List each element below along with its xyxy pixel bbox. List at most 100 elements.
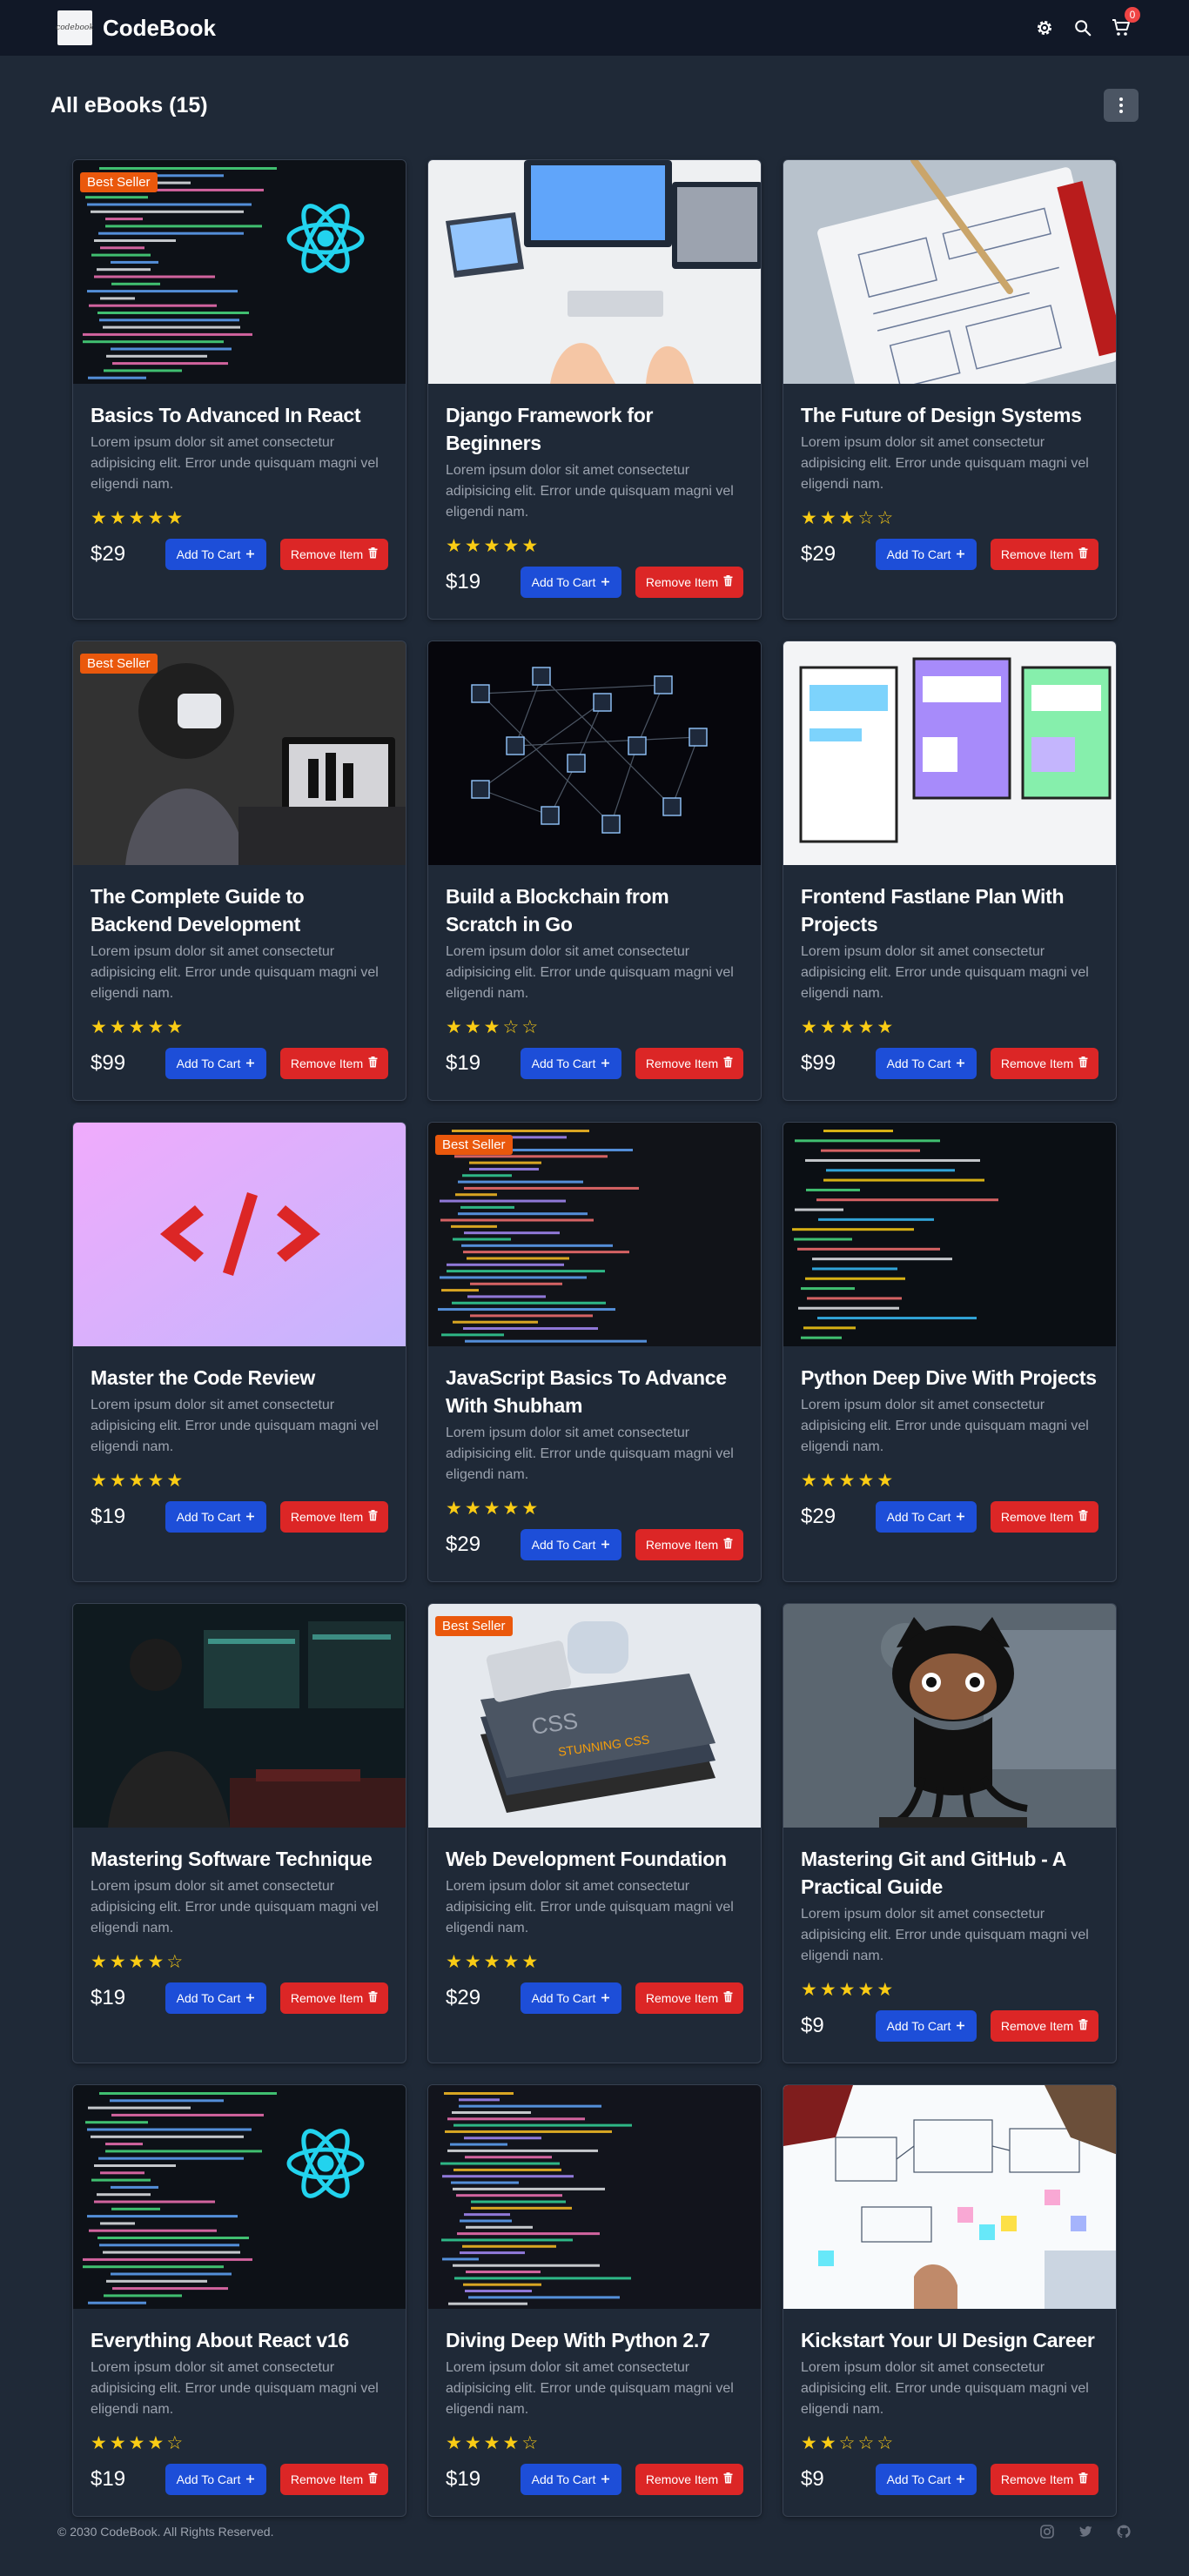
trash-icon [723, 1538, 733, 1552]
product-image[interactable] [783, 641, 1116, 865]
github-icon[interactable] [1116, 2524, 1132, 2539]
add-to-cart-label: Add To Cart [886, 2472, 951, 2486]
add-to-cart-button[interactable]: Add To Cart [165, 1982, 266, 2014]
product-image[interactable] [73, 2085, 406, 2309]
cart-icon[interactable]: 0 [1111, 7, 1140, 38]
product-image[interactable] [428, 160, 761, 384]
product-card: STUNNING CSS CSS Best Seller Web Developmen… [427, 1603, 762, 2063]
product-title[interactable]: Basics To Advanced In React [91, 401, 388, 429]
product-price: $29 [446, 1986, 481, 2009]
remove-item-label: Remove Item [1000, 2472, 1074, 2486]
product-title[interactable]: Mastering Git and GitHub - A Practical G… [801, 1845, 1098, 1901]
remove-item-button[interactable]: Remove Item [991, 1501, 1098, 1533]
product-image[interactable]: Best Seller [428, 1123, 761, 1346]
product-title[interactable]: Mastering Software Technique [91, 1845, 388, 1873]
product-image[interactable] [783, 2085, 1116, 2309]
product-title[interactable]: Django Framework for Beginners [446, 401, 743, 457]
product-image[interactable] [73, 1123, 406, 1346]
trash-icon [368, 1991, 378, 2005]
product-image[interactable] [783, 1123, 1116, 1346]
remove-item-button[interactable]: Remove Item [280, 1982, 388, 2014]
add-to-cart-button[interactable]: Add To Cart [165, 2464, 266, 2495]
remove-item-button[interactable]: Remove Item [280, 539, 388, 570]
product-image[interactable]: Best Seller [73, 641, 406, 865]
trash-icon [368, 547, 378, 561]
product-title[interactable]: The Complete Guide to Backend Developmen… [91, 882, 388, 938]
add-to-cart-button[interactable]: Add To Cart [876, 2010, 977, 2042]
product-image[interactable] [428, 641, 761, 865]
product-title[interactable]: Python Deep Dive With Projects [801, 1364, 1098, 1392]
remove-item-button[interactable]: Remove Item [991, 2010, 1098, 2042]
star-filled-icon: ★ [502, 1498, 520, 1519]
star-filled-icon: ★ [464, 1951, 481, 1972]
product-card: Best Seller Basics To Advanced In React Lo… [72, 159, 406, 620]
star-filled-icon: ★ [483, 1016, 500, 1037]
remove-item-label: Remove Item [645, 1991, 719, 2005]
add-to-cart-button[interactable]: Add To Cart [521, 1982, 621, 2014]
instagram-icon[interactable] [1039, 2524, 1055, 2539]
add-to-cart-button[interactable]: Add To Cart [521, 2464, 621, 2495]
add-to-cart-button[interactable]: Add To Cart [876, 1501, 977, 1533]
add-to-cart-button[interactable]: Add To Cart [521, 567, 621, 598]
add-to-cart-button[interactable]: Add To Cart [521, 1529, 621, 1560]
star-filled-icon: ★ [464, 535, 481, 556]
product-card: Mastering Software Technique Lorem ipsum … [72, 1603, 406, 2063]
gear-icon[interactable] [1034, 17, 1055, 38]
remove-item-button[interactable]: Remove Item [991, 2464, 1098, 2495]
add-to-cart-button[interactable]: Add To Cart [876, 2464, 977, 2495]
brand-name: CodeBook [103, 14, 216, 41]
product-title[interactable]: Frontend Fastlane Plan With Projects [801, 882, 1098, 938]
product-price: $29 [446, 1533, 481, 1556]
remove-item-button[interactable]: Remove Item [635, 567, 743, 598]
remove-item-button[interactable]: Remove Item [991, 539, 1098, 570]
twitter-icon[interactable] [1078, 2524, 1093, 2539]
add-to-cart-button[interactable]: Add To Cart [165, 1501, 266, 1533]
product-title[interactable]: Master the Code Review [91, 1364, 388, 1392]
search-icon[interactable] [1072, 17, 1093, 38]
product-title[interactable]: JavaScript Basics To Advance With Shubha… [446, 1364, 743, 1419]
remove-item-button[interactable]: Remove Item [635, 2464, 743, 2495]
star-filled-icon: ★ [464, 2432, 481, 2453]
product-card-footer: $29 Add To Cart Remove Item [801, 1501, 1098, 1533]
add-to-cart-button[interactable]: Add To Cart [521, 1048, 621, 1079]
star-filled-icon: ★ [838, 507, 856, 528]
options-menu-button[interactable] [1104, 89, 1139, 122]
remove-item-label: Remove Item [645, 1057, 719, 1070]
remove-item-button[interactable]: Remove Item [280, 2464, 388, 2495]
product-title[interactable]: Diving Deep With Python 2.7 [446, 2326, 743, 2354]
add-to-cart-button[interactable]: Add To Cart [165, 539, 266, 570]
remove-item-button[interactable]: Remove Item [280, 1048, 388, 1079]
remove-item-button[interactable]: Remove Item [635, 1529, 743, 1560]
product-image[interactable] [73, 1604, 406, 1828]
product-card-footer: $19 Add To Cart Remove Item [446, 1048, 743, 1079]
remove-item-label: Remove Item [290, 1510, 364, 1524]
star-filled-icon: ★ [91, 507, 107, 528]
add-to-cart-label: Add To Cart [886, 2019, 951, 2033]
plus-icon [601, 1538, 610, 1552]
remove-item-button[interactable]: Remove Item [280, 1501, 388, 1533]
remove-item-button[interactable]: Remove Item [635, 1048, 743, 1079]
product-image[interactable]: STUNNING CSS CSS Best Seller [428, 1604, 761, 1828]
product-image[interactable] [428, 2085, 761, 2309]
add-to-cart-button[interactable]: Add To Cart [876, 539, 977, 570]
star-rating: ★ ★ ★ ★ ★ [801, 1015, 1098, 1039]
brand-link[interactable]: codebook CodeBook [56, 10, 216, 45]
star-filled-icon: ★ [838, 1016, 856, 1037]
product-image[interactable] [783, 1604, 1116, 1828]
remove-item-button[interactable]: Remove Item [635, 1982, 743, 2014]
star-filled-icon: ★ [857, 1470, 875, 1491]
product-image[interactable]: Best Seller [73, 160, 406, 384]
product-title[interactable]: Kickstart Your UI Design Career [801, 2326, 1098, 2354]
product-title[interactable]: Build a Blockchain from Scratch in Go [446, 882, 743, 938]
product-card-footer: $9 Add To Cart Remove Item [801, 2010, 1098, 2042]
product-title[interactable]: Everything About React v16 [91, 2326, 388, 2354]
star-empty-icon: ☆ [166, 2432, 184, 2453]
add-to-cart-button[interactable]: Add To Cart [876, 1048, 977, 1079]
product-image[interactable] [783, 160, 1116, 384]
remove-item-button[interactable]: Remove Item [991, 1048, 1098, 1079]
product-title[interactable]: Web Development Foundation [446, 1845, 743, 1873]
add-to-cart-button[interactable]: Add To Cart [165, 1048, 266, 1079]
product-title[interactable]: The Future of Design Systems [801, 401, 1098, 429]
product-card-body: Django Framework for Beginners Lorem ipsu… [428, 384, 761, 619]
star-rating: ★ ★ ★ ★ ★ [91, 1015, 388, 1039]
